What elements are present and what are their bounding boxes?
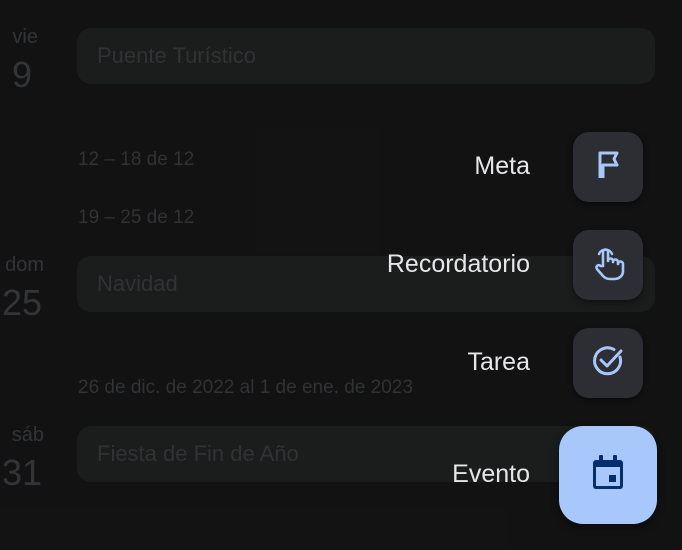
reminder-button[interactable] — [573, 230, 643, 300]
fab-label-event[interactable]: Evento — [452, 460, 530, 489]
goal-button[interactable] — [573, 132, 643, 202]
calendar-event-icon — [590, 454, 626, 497]
pointing-hand-icon — [589, 244, 627, 287]
fab-label-reminder[interactable]: Recordatorio — [387, 250, 530, 279]
fab-label-task[interactable]: Tarea — [467, 348, 530, 377]
fab-item-reminder[interactable]: Recordatorio — [0, 230, 682, 300]
fab-item-goal[interactable]: Meta — [0, 132, 682, 202]
fab-item-task[interactable]: Tarea — [0, 328, 682, 398]
flag-icon — [591, 148, 625, 187]
fab-label-goal[interactable]: Meta — [474, 152, 530, 181]
event-button[interactable] — [559, 426, 657, 524]
check-circle-icon — [590, 343, 626, 384]
task-button[interactable] — [573, 328, 643, 398]
